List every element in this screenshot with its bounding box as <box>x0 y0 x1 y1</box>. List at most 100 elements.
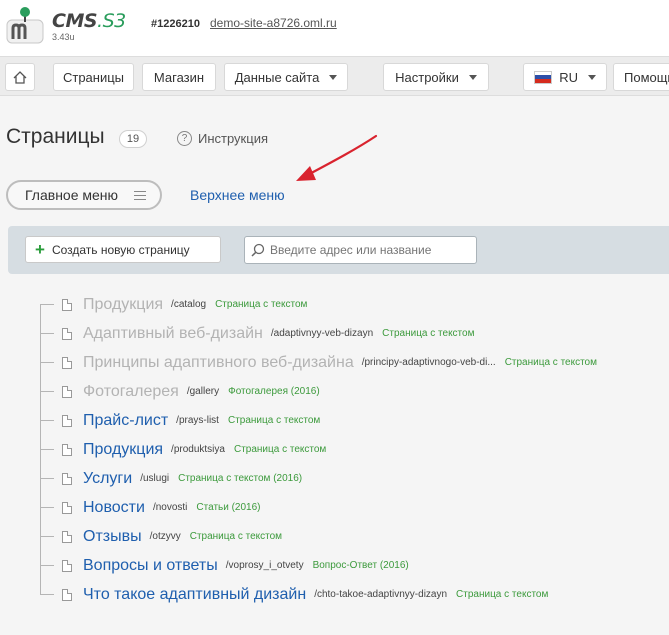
page-title-link[interactable]: Адаптивный веб-дизайн <box>83 325 263 343</box>
tree-connector <box>40 536 54 537</box>
search-icon <box>251 243 265 257</box>
search-input[interactable] <box>270 243 470 257</box>
russia-flag-icon <box>534 70 553 84</box>
document-icon <box>62 472 72 485</box>
page-type: Страница с текстом <box>233 444 327 455</box>
settings-label: Настройки <box>395 69 459 85</box>
page-type: Страница с текстом <box>382 328 475 339</box>
page-type: Страница с текстом <box>456 589 549 600</box>
page-title-link[interactable]: Вопросы и ответы <box>83 557 218 575</box>
page-title: Страницы <box>6 125 105 148</box>
page-title-link[interactable]: Прайс-лист <box>83 412 168 430</box>
document-icon <box>62 588 72 601</box>
help-button[interactable]: Помощь <box>613 63 669 91</box>
page-type: Страница с текстом <box>215 299 308 310</box>
chevron-down-icon <box>468 74 477 80</box>
page-title-link[interactable]: Фотогалерея <box>83 383 179 401</box>
document-icon <box>62 327 72 340</box>
version-label: 3.43u <box>52 32 75 42</box>
page-title-link[interactable]: Что такое адаптивный дизайн <box>83 586 306 604</box>
chevron-down-icon <box>329 74 338 80</box>
site-id: #1226210 <box>151 18 200 30</box>
tree-connector <box>40 420 54 421</box>
create-page-label: Создать новую страницу <box>51 242 190 257</box>
page-type: Страница с текстом <box>227 415 321 426</box>
pages-button[interactable]: Страницы <box>53 63 134 91</box>
tab-top-menu[interactable]: Верхнее меню <box>190 187 285 203</box>
instruction-link[interactable]: ? Инструкция <box>177 131 268 146</box>
page-row[interactable]: Отзывы/otzyvy Страница с текстом <box>40 522 282 551</box>
tree-connector <box>40 478 54 479</box>
question-icon: ? <box>177 131 192 146</box>
page-row[interactable]: Адаптивный веб-дизайн/adaptivnyy-veb-diz… <box>40 319 474 348</box>
language-dropdown[interactable]: RU <box>523 63 607 91</box>
home-button[interactable] <box>5 63 35 91</box>
page-row[interactable]: Что такое адаптивный дизайн/chto-takoe-a… <box>40 580 548 609</box>
document-icon <box>62 414 72 427</box>
page-row[interactable]: Принципы адаптивного веб-дизайна/princip… <box>40 348 597 377</box>
chevron-down-icon <box>588 74 596 80</box>
page-title-link[interactable]: Принципы адаптивного веб-дизайна <box>83 354 354 372</box>
instruction-label: Инструкция <box>198 131 268 146</box>
page-row[interactable]: Фотогалерея/gallery Фотогалерея (2016) <box>40 377 320 406</box>
action-bar: + Создать новую страницу <box>8 226 669 274</box>
tree-connector <box>40 565 54 566</box>
page-url: /otzyvy <box>149 531 181 542</box>
page-title-link[interactable]: Продукция <box>83 441 163 459</box>
settings-dropdown[interactable]: Настройки <box>383 63 489 91</box>
document-icon <box>62 298 72 311</box>
search-box <box>244 236 477 264</box>
tree-connector <box>40 507 54 508</box>
document-icon <box>62 443 72 456</box>
page-type: Страница с текстом <box>504 357 597 368</box>
document-icon <box>62 385 72 398</box>
page-type: Статьи (2016) <box>196 502 261 513</box>
document-icon <box>62 501 72 514</box>
language-label: RU <box>559 69 578 85</box>
page-row[interactable]: Услуги/uslugi Страница с текстом (2016) <box>40 464 302 493</box>
page-row[interactable]: Новости/novosti Статьи (2016) <box>40 493 261 522</box>
site-data-dropdown[interactable]: Данные сайта <box>224 63 348 91</box>
document-icon <box>62 530 72 543</box>
page-type: Вопрос-Ответ (2016) <box>312 560 409 571</box>
tab-main-menu[interactable]: Главное меню <box>6 180 162 210</box>
tree-connector <box>40 449 54 450</box>
page-type: Страница с текстом (2016) <box>178 473 303 484</box>
document-icon <box>62 559 72 572</box>
site-url-link[interactable]: demo-site-a8726.oml.ru <box>210 16 337 30</box>
shop-button[interactable]: Магазин <box>142 63 216 91</box>
page-url: /gallery <box>186 386 220 397</box>
page-url: /catalog <box>171 299 207 310</box>
page-title-link[interactable]: Услуги <box>83 470 132 488</box>
cms-logo-icon[interactable] <box>6 6 44 44</box>
header: CMS.S3 3.43u #1226210 demo-site-a8726.om… <box>0 0 669 56</box>
hamburger-icon[interactable] <box>134 191 146 200</box>
document-icon <box>62 356 72 369</box>
page-title-link[interactable]: Продукция <box>83 296 163 314</box>
plus-icon: + <box>35 240 45 259</box>
page-url: /adaptivnyy-veb-dizayn <box>270 328 374 339</box>
logo-text: CMS.S3 <box>52 10 126 32</box>
tree-connector <box>40 362 54 363</box>
tree-connector <box>40 391 54 392</box>
page-row[interactable]: Прайс-лист/prays-list Страница с текстом <box>40 406 320 435</box>
page-url: /novosti <box>152 502 188 513</box>
tree-connector <box>40 333 54 334</box>
page-url: /uslugi <box>140 473 170 484</box>
tree-connector <box>40 304 54 305</box>
page-row[interactable]: Продукция/catalog Страница с текстом <box>40 290 307 319</box>
create-page-button[interactable]: + Создать новую страницу <box>25 236 221 263</box>
page-row[interactable]: Вопросы и ответы/voprosy_i_otvety Вопрос-… <box>40 551 409 580</box>
page-url: /prays-list <box>176 415 219 426</box>
home-icon <box>13 70 27 84</box>
pages-count-badge: 19 <box>119 130 147 148</box>
site-data-label: Данные сайта <box>234 69 320 85</box>
page-url: /produktsiya <box>171 444 225 455</box>
page-url: /principy-adaptivnogo-veb-di... <box>361 357 496 368</box>
page-row[interactable]: Продукция/produktsiya Страница с текстом <box>40 435 326 464</box>
page-title-link[interactable]: Отзывы <box>83 528 142 546</box>
page-title-link[interactable]: Новости <box>83 499 145 517</box>
main-toolbar: Страницы Магазин Данные сайта Настройки … <box>0 56 669 96</box>
page-url: /voprosy_i_otvety <box>225 560 304 571</box>
page-type: Фотогалерея (2016) <box>228 386 320 397</box>
